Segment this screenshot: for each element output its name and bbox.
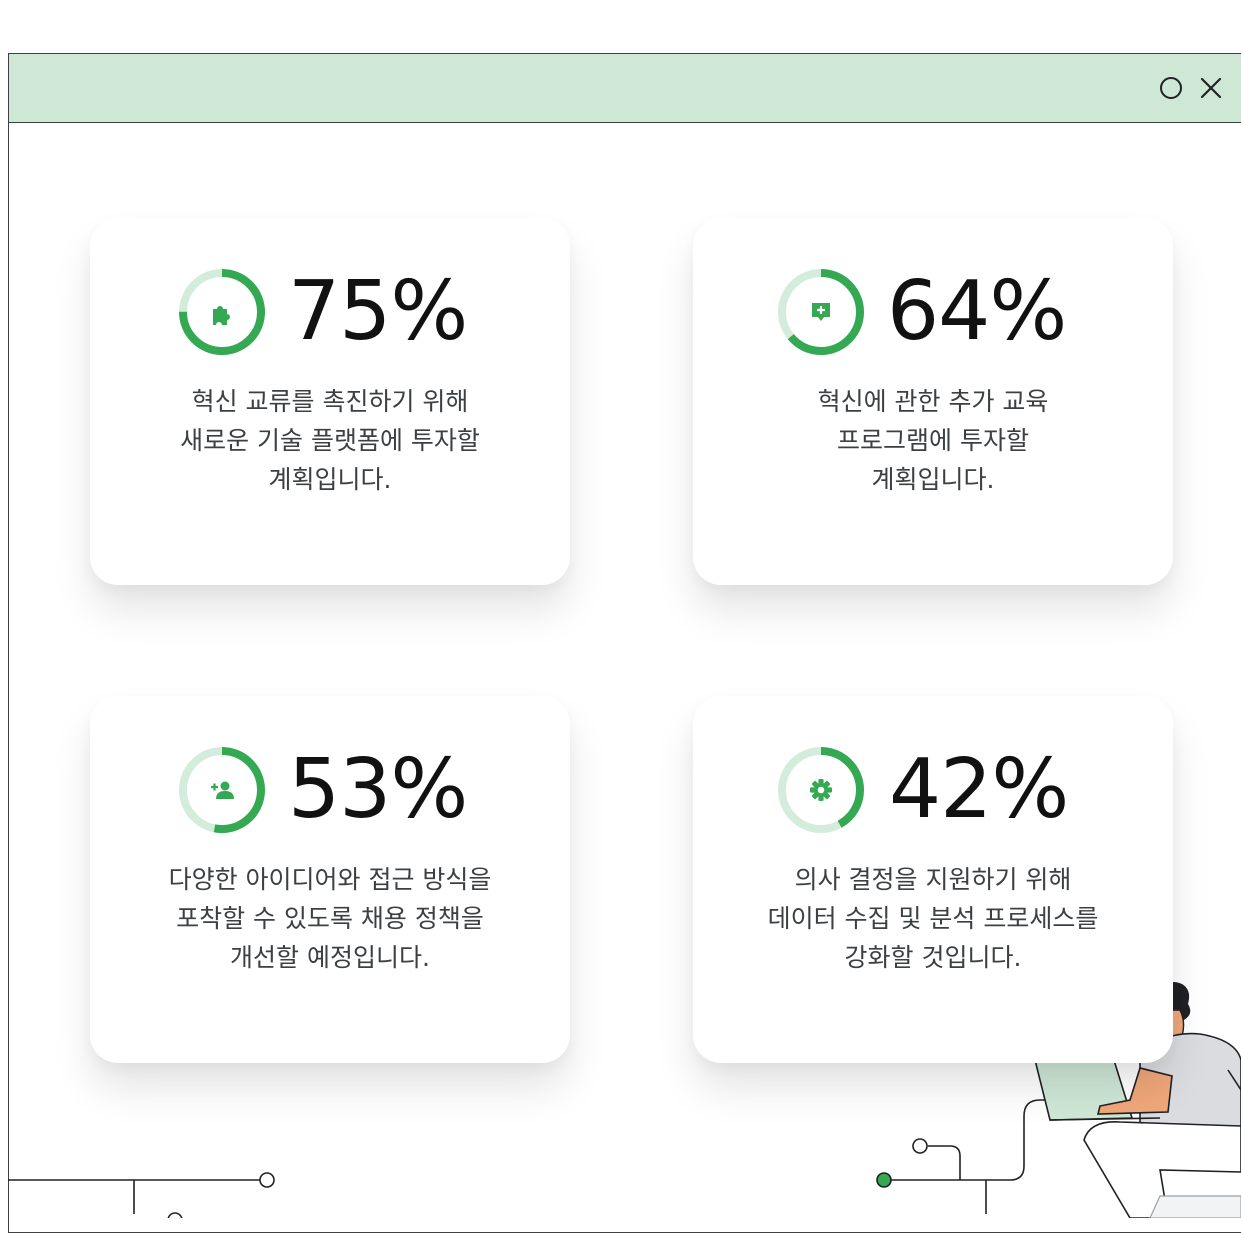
- description-line: 개선할 예정입니다.: [230, 943, 430, 972]
- description-line: 혁신에 관한 추가 교육: [817, 387, 1049, 416]
- gear-icon: [810, 779, 832, 801]
- description-line: 계획입니다.: [871, 465, 995, 494]
- ring-center: [195, 763, 249, 817]
- percent-value: 53%: [288, 742, 468, 837]
- description-line: 포착할 수 있도록 채용 정책을: [176, 904, 484, 933]
- description-line: 다양한 아이디어와 접근 방식을: [168, 865, 492, 894]
- description-line: 새로운 기술 플랫폼에 투자할: [180, 426, 480, 455]
- percent-value: 42%: [889, 742, 1069, 837]
- stat-card: 64% 혁신에 관한 추가 교육 프로그램에 투자할 계획입니다.: [693, 218, 1173, 585]
- progress-ring: [178, 746, 266, 834]
- description-line: 데이터 수집 및 분석 프로세스를: [767, 904, 1099, 933]
- progress-ring: [777, 746, 865, 834]
- description-line: 의사 결정을 지원하기 위해: [794, 865, 1072, 894]
- card-description: 혁신에 관한 추가 교육 프로그램에 투자할 계획입니다.: [733, 382, 1133, 499]
- description-line: 혁신 교류를 촉진하기 위해: [191, 387, 469, 416]
- description-line: 프로그램에 투자할: [837, 426, 1029, 455]
- percent-value: 75%: [288, 264, 468, 359]
- stat-card: 75% 혁신 교류를 촉진하기 위해 새로운 기술 플랫폼에 투자할 계획입니다…: [90, 218, 570, 585]
- progress-ring: [178, 268, 266, 356]
- card-description: 혁신 교류를 촉진하기 위해 새로운 기술 플랫폼에 투자할 계획입니다.: [130, 382, 530, 499]
- card-description: 다양한 아이디어와 접근 방식을 포착할 수 있도록 채용 정책을 개선할 예정…: [130, 860, 530, 977]
- description-line: 강화할 것입니다.: [844, 943, 1022, 972]
- description-line: 계획입니다.: [268, 465, 392, 494]
- stat-card: 42% 의사 결정을 지원하기 위해 데이터 수집 및 분석 프로세스를 강화할…: [693, 696, 1173, 1063]
- card-description: 의사 결정을 지원하기 위해 데이터 수집 및 분석 프로세스를 강화할 것입니…: [733, 860, 1133, 977]
- stat-card: 53% 다양한 아이디어와 접근 방식을 포착할 수 있도록 채용 정책을 개선…: [90, 696, 570, 1063]
- percent-value: 64%: [887, 264, 1067, 359]
- progress-ring: [777, 268, 865, 356]
